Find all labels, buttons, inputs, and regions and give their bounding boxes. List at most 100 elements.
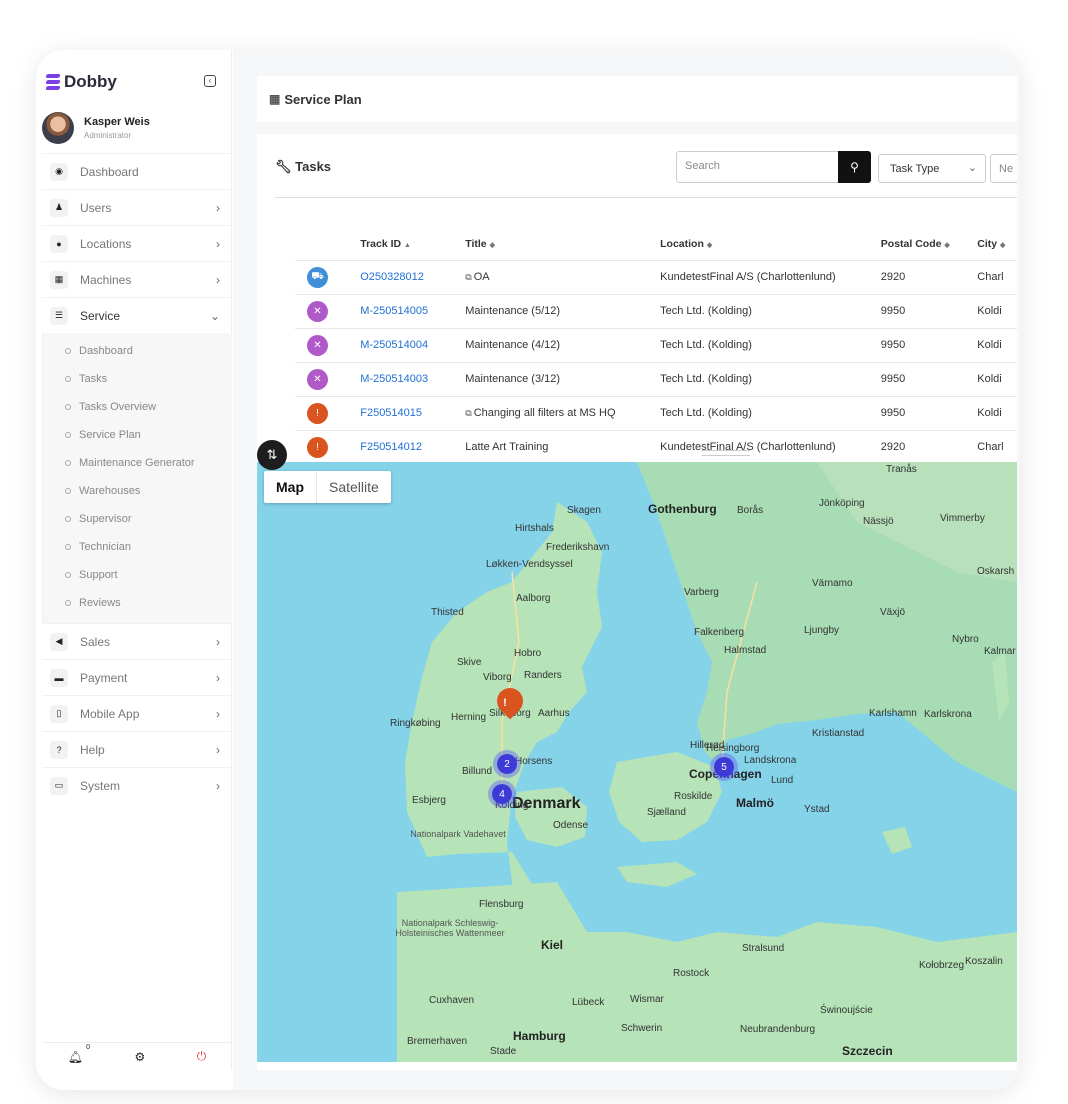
submenu-item-maintenance-generator[interactable]: Maintenance Generator <box>43 449 232 477</box>
search-button[interactable]: ⚲ <box>838 151 871 183</box>
track-id-link[interactable]: F250514015 <box>360 395 466 430</box>
submenu-item-label: Tasks <box>79 373 108 385</box>
column-header-location[interactable]: Location ◆ <box>660 228 881 260</box>
title-cell: ⧉ Changing all filters at MS HQ <box>465 395 661 430</box>
satellite-view-button[interactable]: Satellite <box>317 471 391 503</box>
submenu-item-dashboard[interactable]: Dashboard <box>43 337 232 365</box>
status-cell: ⛟ <box>295 259 361 294</box>
map-label: Oskarsh <box>977 566 1015 577</box>
sort-icon: ◆ <box>944 241 950 249</box>
sort-icon: ◆ <box>1000 241 1006 249</box>
column-header-city[interactable]: City ◆ <box>977 228 1017 260</box>
map-view-button[interactable]: Map <box>264 471 317 503</box>
sidebar-item-label: Dashboard <box>80 164 139 179</box>
column-header-title[interactable]: Title ◆ <box>465 228 660 260</box>
list-icon: ☰ <box>50 306 68 325</box>
sidebar-item-machines[interactable]: ▦ Machines › <box>42 261 232 297</box>
chevron-down-icon: ⌄ <box>967 162 977 174</box>
map-label: Odense <box>553 820 589 831</box>
submenu-item-tasks[interactable]: Tasks <box>43 365 232 393</box>
table-row[interactable]: ✕ M-250514003 Maintenance (3/12) Tech Ltd. … <box>295 361 1017 396</box>
table-row[interactable]: ! F250514012 Latte Art Training KundetestFi… <box>295 429 1017 464</box>
notifications-bell-icon[interactable]: 🔔︎ 0 <box>68 1044 90 1064</box>
postal-code-cell: 9950 <box>880 361 978 396</box>
chevron-icon: › <box>216 670 220 685</box>
secondary-filter[interactable]: Ne <box>990 154 1017 183</box>
sidebar-item-label: Service <box>80 308 121 323</box>
submenu-item-supervisor[interactable]: Supervisor <box>43 505 232 533</box>
column-header-track-id[interactable]: Track ID ▲ <box>360 228 465 260</box>
copy-icon[interactable]: ⧉ <box>465 272 471 282</box>
submenu-item-label: Supervisor <box>79 513 132 525</box>
sidebar-item-dashboard[interactable]: ◉ Dashboard <box>42 153 232 189</box>
map-land-shapes <box>397 462 1017 1062</box>
map-cluster-marker[interactable]: 5 <box>710 753 738 781</box>
map-label: Halmstad <box>724 645 767 656</box>
column-header-postal-code[interactable]: Postal Code ◆ <box>881 228 977 260</box>
map-label: Stralsund <box>742 943 785 954</box>
city-cell: Koldi <box>977 395 1017 430</box>
map-cluster-marker[interactable]: 4 <box>488 780 516 808</box>
user-profile[interactable]: Kasper Weis Administrator <box>42 112 150 144</box>
city-cell: Charl <box>977 429 1017 464</box>
track-id-link[interactable]: M-250514004 <box>360 327 466 362</box>
map[interactable]: Map Satellite DenmarkGothenburgCopenhage… <box>257 462 1017 1062</box>
sidebar-item-system[interactable]: ▭ System › <box>42 767 232 803</box>
settings-gear-icon[interactable]: ⚙ <box>134 1050 145 1064</box>
submenu-item-warehouses[interactable]: Warehouses <box>43 477 232 505</box>
users-icon: ♟ <box>50 198 68 217</box>
sidebar-nav: ◉ Dashboard ♟ Users › ● Locations › ▦ Machines › ☰ S… <box>42 153 232 803</box>
sidebar-item-payment[interactable]: ▬ Payment › <box>42 659 232 695</box>
submenu-item-label: Reviews <box>79 597 121 609</box>
submenu-item-label: Warehouses <box>79 485 141 497</box>
map-label: Koszalin <box>965 956 1003 967</box>
logout-power-icon[interactable]: ⏻ <box>197 1049 207 1064</box>
track-id-link[interactable]: O250328012 <box>360 259 466 294</box>
bullet-icon <box>65 432 71 438</box>
search-input[interactable]: Search <box>676 151 840 183</box>
sidebar-item-label: Mobile App <box>80 706 140 721</box>
submenu-item-tasks-overview[interactable]: Tasks Overview <box>43 393 232 421</box>
collapse-sidebar-icon[interactable]: ‹ <box>204 75 216 87</box>
sidebar-item-service[interactable]: ☰ Service ⌄ <box>42 297 232 333</box>
submenu-item-reviews[interactable]: Reviews <box>43 589 232 617</box>
map-label: Gothenburg <box>648 502 717 516</box>
resize-handle[interactable] <box>702 450 750 456</box>
map-label: Lübeck <box>572 997 605 1008</box>
track-id-link[interactable]: M-250514003 <box>360 361 466 396</box>
city-cell: Koldi <box>977 327 1017 362</box>
dobby-logo-icon <box>45 74 61 90</box>
page-header: ▦ Service Plan <box>257 76 1017 122</box>
submenu-item-support[interactable]: Support <box>43 561 232 589</box>
table-row[interactable]: ⛟ O250328012 ⧉ OA KundetestFinal A/S (Charlo… <box>295 259 1017 294</box>
task-type-select[interactable]: Task Type ⌄ <box>878 154 986 183</box>
track-id-link[interactable]: F250514012 <box>360 429 466 464</box>
sidebar-item-sales[interactable]: ◀ Sales › <box>42 623 232 659</box>
map-cluster-marker[interactable]: 2 <box>493 750 521 778</box>
sidebar-item-help[interactable]: ? Help › <box>42 731 232 767</box>
table-row[interactable]: ! F250514015 ⧉ Changing all filters at MS H… <box>295 395 1017 430</box>
map-label: Växjö <box>880 607 906 618</box>
map-label: Kalmar <box>984 646 1016 657</box>
sort-asc-icon: ▲ <box>404 241 411 249</box>
app-logo[interactable]: Dobby <box>45 72 117 92</box>
map-label: Nässjö <box>863 516 894 527</box>
map-label: Neubrandenburg <box>740 1024 816 1035</box>
map-label: Roskilde <box>674 791 713 802</box>
track-id-link[interactable]: M-250514005 <box>360 293 466 328</box>
sidebar-item-locations[interactable]: ● Locations › <box>42 225 232 261</box>
map-type-toggle: Map Satellite <box>264 471 391 503</box>
map-label: Aarhus <box>538 708 570 719</box>
sidebar-item-label: Sales <box>80 634 111 649</box>
table-row[interactable]: ✕ M-250514005 Maintenance (5/12) Tech Ltd. … <box>295 293 1017 328</box>
submenu-item-service-plan[interactable]: Service Plan <box>43 421 232 449</box>
sidebar-item-users[interactable]: ♟ Users › <box>42 189 232 225</box>
swap-vertical-icon[interactable]: ⇅ <box>257 440 287 470</box>
bullet-icon <box>65 572 71 578</box>
sidebar-item-mobile-app[interactable]: ▯ Mobile App › <box>42 695 232 731</box>
submenu-item-technician[interactable]: Technician <box>43 533 232 561</box>
bullet-icon <box>65 544 71 550</box>
copy-icon[interactable]: ⧉ <box>465 408 471 418</box>
table-row[interactable]: ✕ M-250514004 Maintenance (4/12) Tech Ltd. … <box>295 327 1017 362</box>
map-label: Karlskrona <box>924 709 972 720</box>
